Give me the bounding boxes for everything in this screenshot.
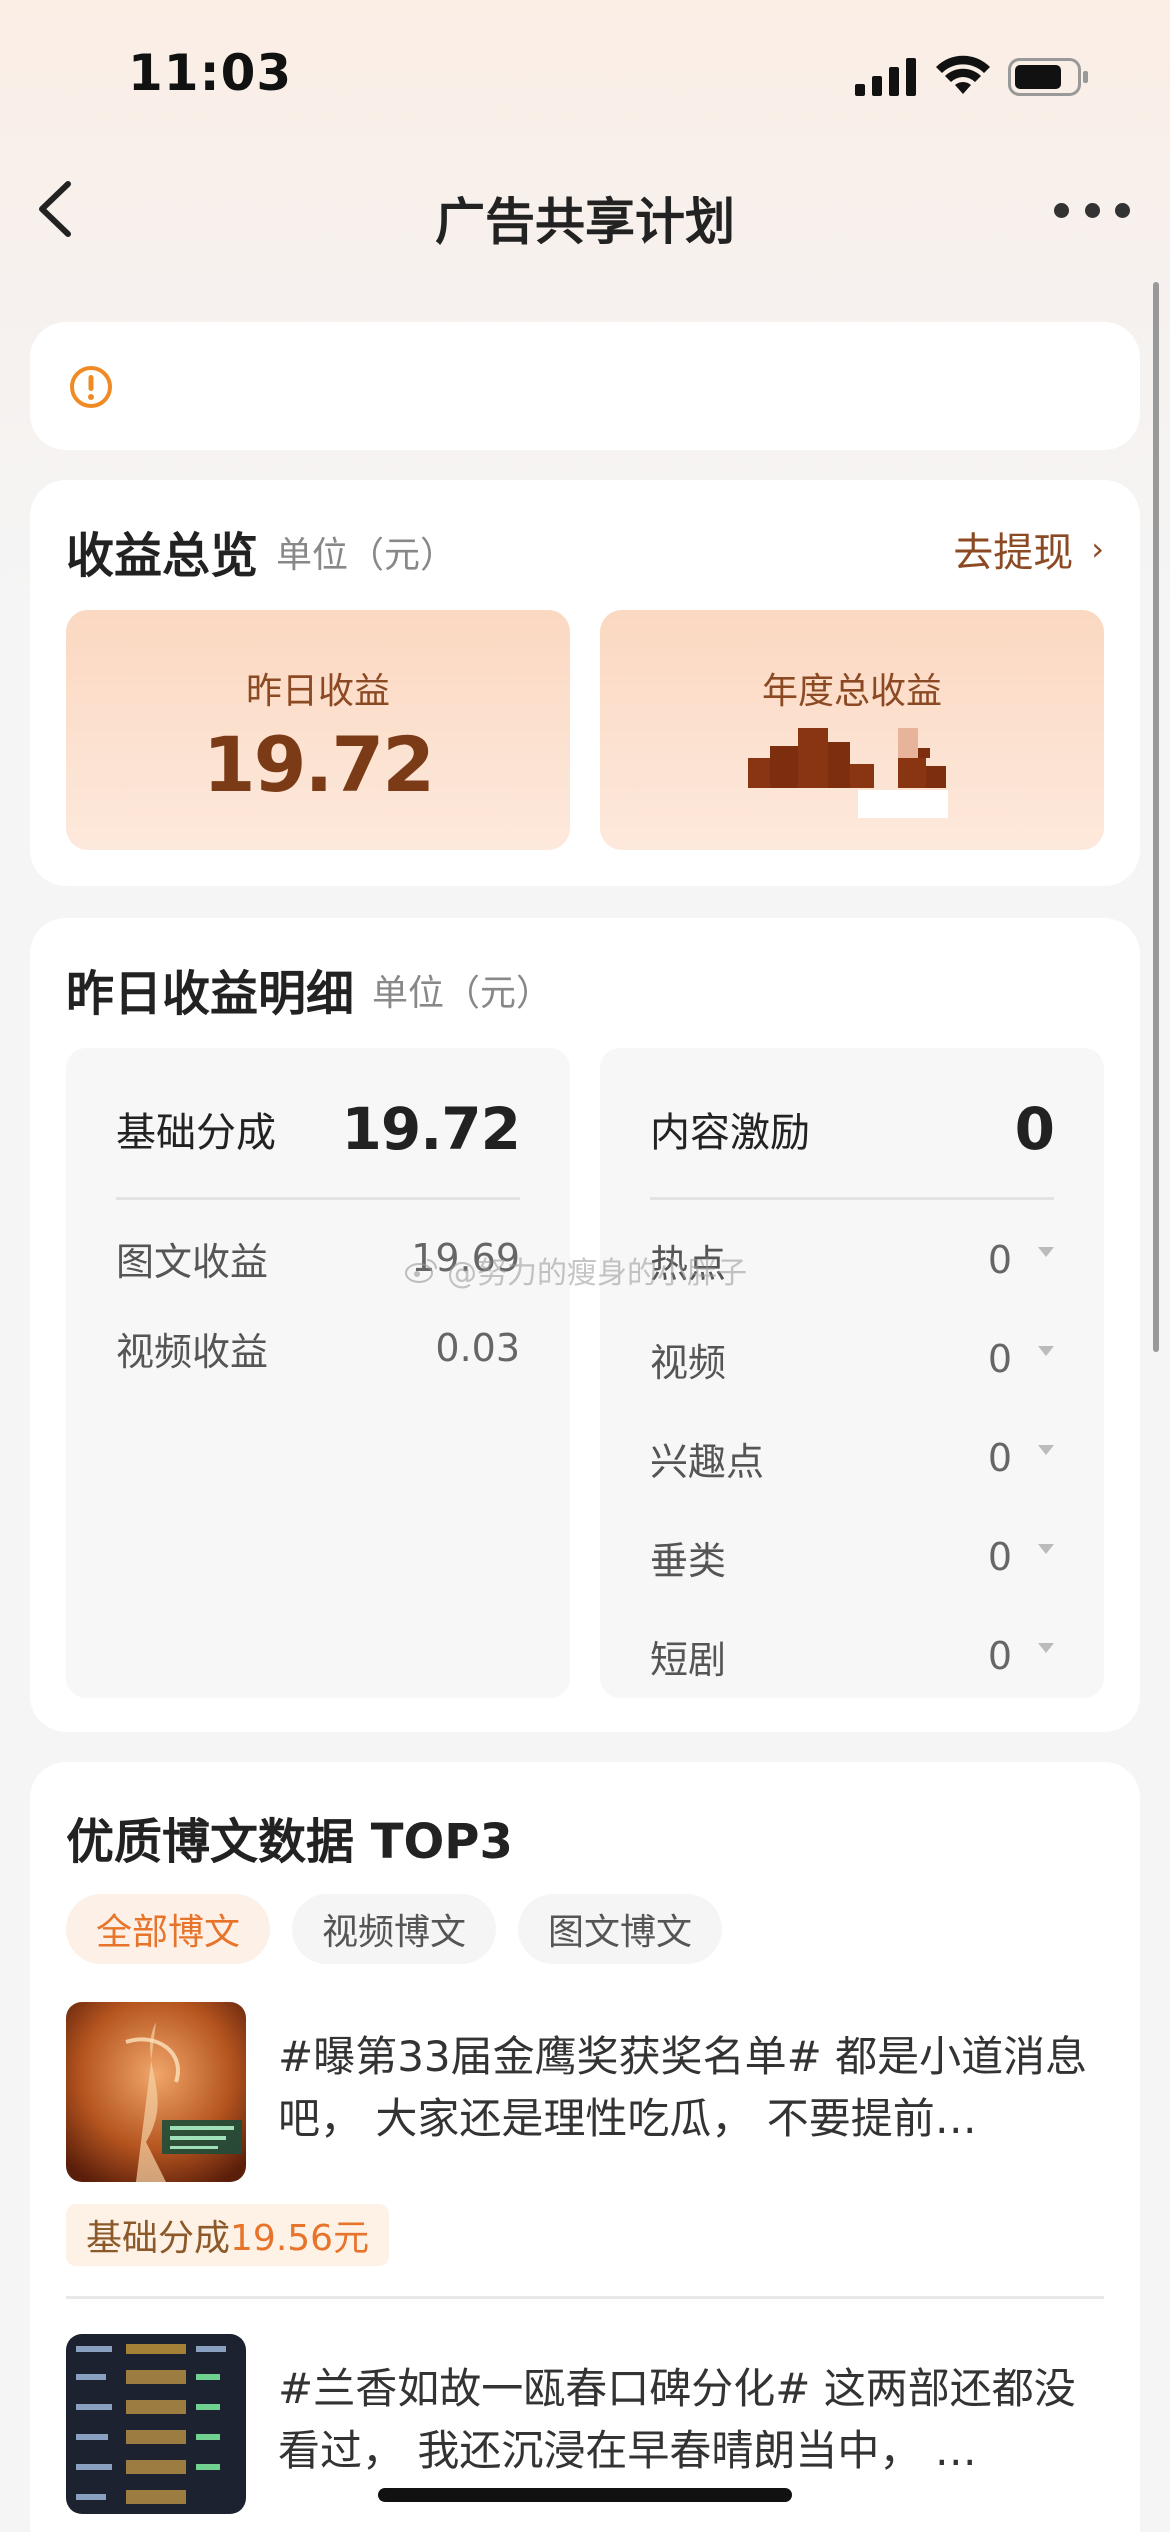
navigation-bar: 广告共享计划 — [0, 160, 1170, 260]
incentive-row-video[interactable]: 视频 0 — [650, 1329, 1054, 1389]
yesterday-detail-card: 昨日收益明细 单位（元） 基础分成 19.72 图文收益 19.69 视频收益 … — [30, 918, 1140, 1732]
post-type-tabs: 全部博文 视频博文 图文博文 — [66, 1894, 723, 1964]
base-share-panel: 基础分成 19.72 图文收益 19.69 视频收益 0.03 — [66, 1048, 570, 1698]
row-value: 0 — [987, 1436, 1012, 1480]
row-value: 0 — [987, 1238, 1012, 1282]
dropdown-triangle-icon — [1038, 1346, 1054, 1356]
earnings-overview-card: 收益总览 单位（元） 去提现 › 昨日收益 19.72 年度总收益 — [30, 480, 1140, 886]
dropdown-triangle-icon — [1038, 1445, 1054, 1455]
badge-amount: 19.56元 — [230, 2218, 370, 2259]
post-text: #兰香如故一瓯春口碑分化# 这两部还都没看过， 我还沉浸在早春晴朗当中， … — [278, 2364, 1076, 2475]
tab-all-posts[interactable]: 全部博文 — [66, 1894, 271, 1964]
tab-video-posts[interactable]: 视频博文 — [292, 1894, 497, 1964]
row-label: 图文收益 — [116, 1239, 269, 1284]
yesterday-earnings-box[interactable]: 昨日收益 19.72 — [66, 610, 570, 850]
badge-label: 基础分成 — [86, 2218, 231, 2259]
row-label: 短剧 — [650, 1637, 727, 1682]
cellular-signal-icon — [855, 58, 916, 96]
detail-title: 昨日收益明细 — [66, 966, 355, 1022]
incentive-row-short-drama[interactable]: 短剧 0 — [650, 1626, 1054, 1686]
incentive-total: 0 — [1014, 1094, 1055, 1163]
notice-card[interactable] — [30, 322, 1140, 450]
post-text: #曝第33届金鹰奖获奖名单# 都是小道消息吧， 大家还是理性吃瓜， 不要提前… — [278, 2032, 1088, 2143]
dropdown-triangle-icon — [1038, 1643, 1054, 1653]
yesterday-earnings-label: 昨日收益 — [245, 671, 390, 712]
redacted-value-mosaic — [748, 728, 948, 818]
battery-icon — [1008, 58, 1088, 96]
status-bar: 11:03 — [0, 0, 1170, 150]
base-share-badge: 基础分成 19.56元 — [66, 2204, 390, 2266]
row-label: 垂类 — [650, 1538, 727, 1583]
post-thumbnail — [66, 2002, 246, 2182]
withdraw-button[interactable]: 去提现 › — [953, 520, 1104, 578]
watermark: @努力的瘦身的小胖子 — [405, 1248, 747, 1292]
incentive-name: 内容激励 — [650, 1109, 810, 1156]
row-value: 0 — [987, 1634, 1012, 1678]
chevron-right-icon: › — [1091, 530, 1104, 568]
content-incentive-panel: 内容激励 0 热点 0 视频 0 兴趣点 0 垂类 0 短剧 0 — [600, 1048, 1104, 1698]
more-options-icon[interactable] — [1054, 190, 1130, 230]
base-share-header: 基础分成 19.72 — [116, 1080, 521, 1200]
withdraw-label: 去提现 — [953, 530, 1074, 576]
annual-earnings-box[interactable]: 年度总收益 — [600, 610, 1104, 850]
post-divider — [66, 2296, 1104, 2299]
yesterday-earnings-value: 19.72 — [202, 720, 435, 809]
base-share-total: 19.72 — [341, 1094, 521, 1163]
dropdown-triangle-icon — [1038, 1247, 1054, 1257]
row-value: 0.03 — [435, 1326, 520, 1370]
detail-unit: 单位（元） — [372, 973, 553, 1014]
scrollbar[interactable] — [1153, 282, 1159, 1352]
warning-icon — [70, 366, 112, 408]
post-thumbnail — [66, 2334, 246, 2514]
row-value: 0 — [987, 1535, 1012, 1579]
row-label: 视频收益 — [116, 1329, 269, 1374]
page-title: 广告共享计划 — [435, 193, 735, 251]
status-time: 11:03 — [128, 44, 293, 102]
base-share-name: 基础分成 — [116, 1109, 276, 1156]
watermark-text: @努力的瘦身的小胖子 — [447, 1256, 747, 1291]
annual-earnings-label: 年度总收益 — [761, 671, 942, 712]
overview-unit: 单位（元） — [276, 535, 457, 576]
weibo-logo-icon — [405, 1259, 437, 1283]
incentive-row-interest[interactable]: 兴趣点 0 — [650, 1428, 1054, 1488]
incentive-header: 内容激励 0 — [650, 1080, 1055, 1200]
dropdown-triangle-icon — [1038, 1544, 1054, 1554]
row-label: 视频 — [650, 1340, 727, 1385]
row-label: 兴趣点 — [650, 1439, 765, 1484]
wifi-icon — [936, 55, 990, 94]
top3-title: 优质博文数据 TOP3 — [66, 1814, 513, 1870]
tab-article-posts[interactable]: 图文博文 — [518, 1894, 723, 1964]
post-item[interactable]: #兰香如故一瓯春口碑分化# 这两部还都没看过， 我还沉浸在早春晴朗当中， … — [66, 2334, 1104, 2514]
home-indicator[interactable] — [378, 2488, 792, 2502]
overview-title: 收益总览 — [66, 528, 259, 584]
post-item[interactable]: #曝第33届金鹰奖获奖名单# 都是小道消息吧， 大家还是理性吃瓜， 不要提前… … — [66, 2002, 1104, 2272]
incentive-row-vertical[interactable]: 垂类 0 — [650, 1527, 1054, 1587]
base-row-video: 视频收益 0.03 — [116, 1318, 520, 1378]
top-posts-card: 优质博文数据 TOP3 全部博文 视频博文 图文博文 #曝第33届金鹰奖获奖名单… — [30, 1762, 1140, 2532]
row-value: 0 — [987, 1337, 1012, 1381]
